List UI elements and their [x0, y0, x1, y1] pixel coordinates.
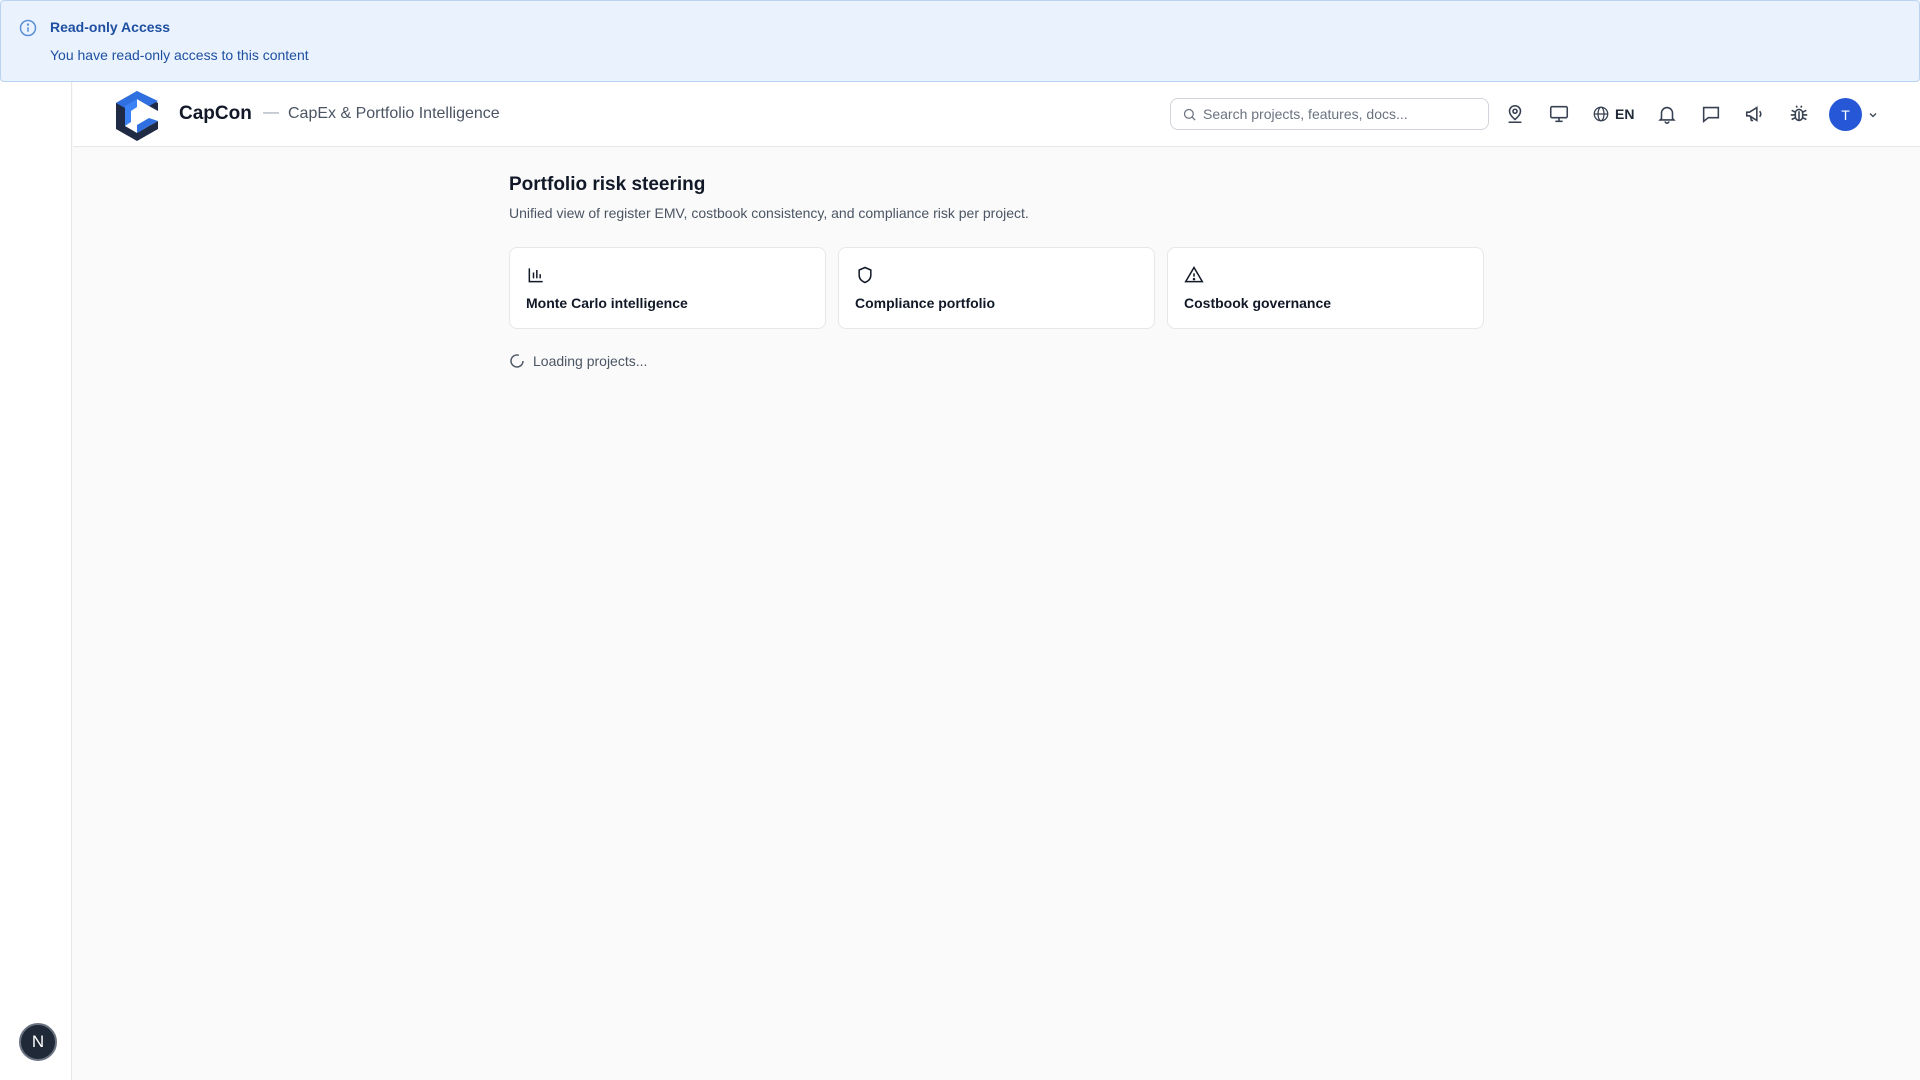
brand-separator: — — [263, 104, 279, 121]
search-box[interactable] — [1170, 98, 1489, 130]
warning-triangle-icon — [1184, 266, 1204, 283]
loading-indicator: Loading projects... — [509, 353, 647, 369]
card-label: Compliance portfolio — [855, 295, 995, 311]
chat-icon[interactable] — [1700, 103, 1722, 125]
bug-icon[interactable] — [1788, 103, 1810, 125]
app-header: CapCon — CapEx & Portfolio Intelligence … — [73, 82, 1920, 147]
language-selector[interactable]: EN — [1592, 102, 1634, 126]
bar-chart-icon — [528, 268, 543, 283]
brand-name[interactable]: CapCon — [179, 103, 252, 125]
banner-description: You have read-only access to this conten… — [50, 47, 309, 63]
card-label: Monte Carlo intelligence — [526, 295, 688, 311]
globe-icon — [1593, 106, 1609, 122]
card-compliance[interactable]: Compliance portfolio — [838, 247, 1155, 329]
card-monte-carlo[interactable]: Monte Carlo intelligence — [509, 247, 826, 329]
sidebar — [0, 82, 72, 1080]
card-label: Costbook governance — [1184, 295, 1332, 311]
search-input[interactable] — [1203, 99, 1483, 129]
language-label: EN — [1615, 106, 1635, 122]
page-description: Unified view of register EMV, costbook c… — [509, 205, 1029, 221]
user-pin-icon[interactable] — [1504, 103, 1526, 125]
info-icon — [19, 19, 37, 37]
monitor-icon[interactable] — [1548, 103, 1570, 125]
shield-icon — [858, 266, 872, 284]
megaphone-icon[interactable] — [1744, 103, 1766, 125]
capcon-logo[interactable] — [113, 89, 161, 143]
chevron-down-icon[interactable] — [1867, 109, 1879, 121]
loading-text: Loading projects... — [533, 353, 648, 369]
banner-title: Read-only Access — [50, 19, 171, 35]
search-icon — [1183, 108, 1196, 121]
bell-icon[interactable] — [1656, 103, 1678, 125]
n-badge-button[interactable]: N — [19, 1023, 57, 1061]
card-costbook[interactable]: Costbook governance — [1167, 247, 1484, 329]
brand-subtitle: CapEx & Portfolio Intelligence — [288, 105, 500, 122]
read-only-banner: Read-only Access You have read-only acce… — [0, 0, 1920, 82]
user-avatar[interactable]: T — [1829, 98, 1862, 131]
page-title: Portfolio risk steering — [509, 174, 706, 195]
spinner-icon — [510, 354, 524, 368]
